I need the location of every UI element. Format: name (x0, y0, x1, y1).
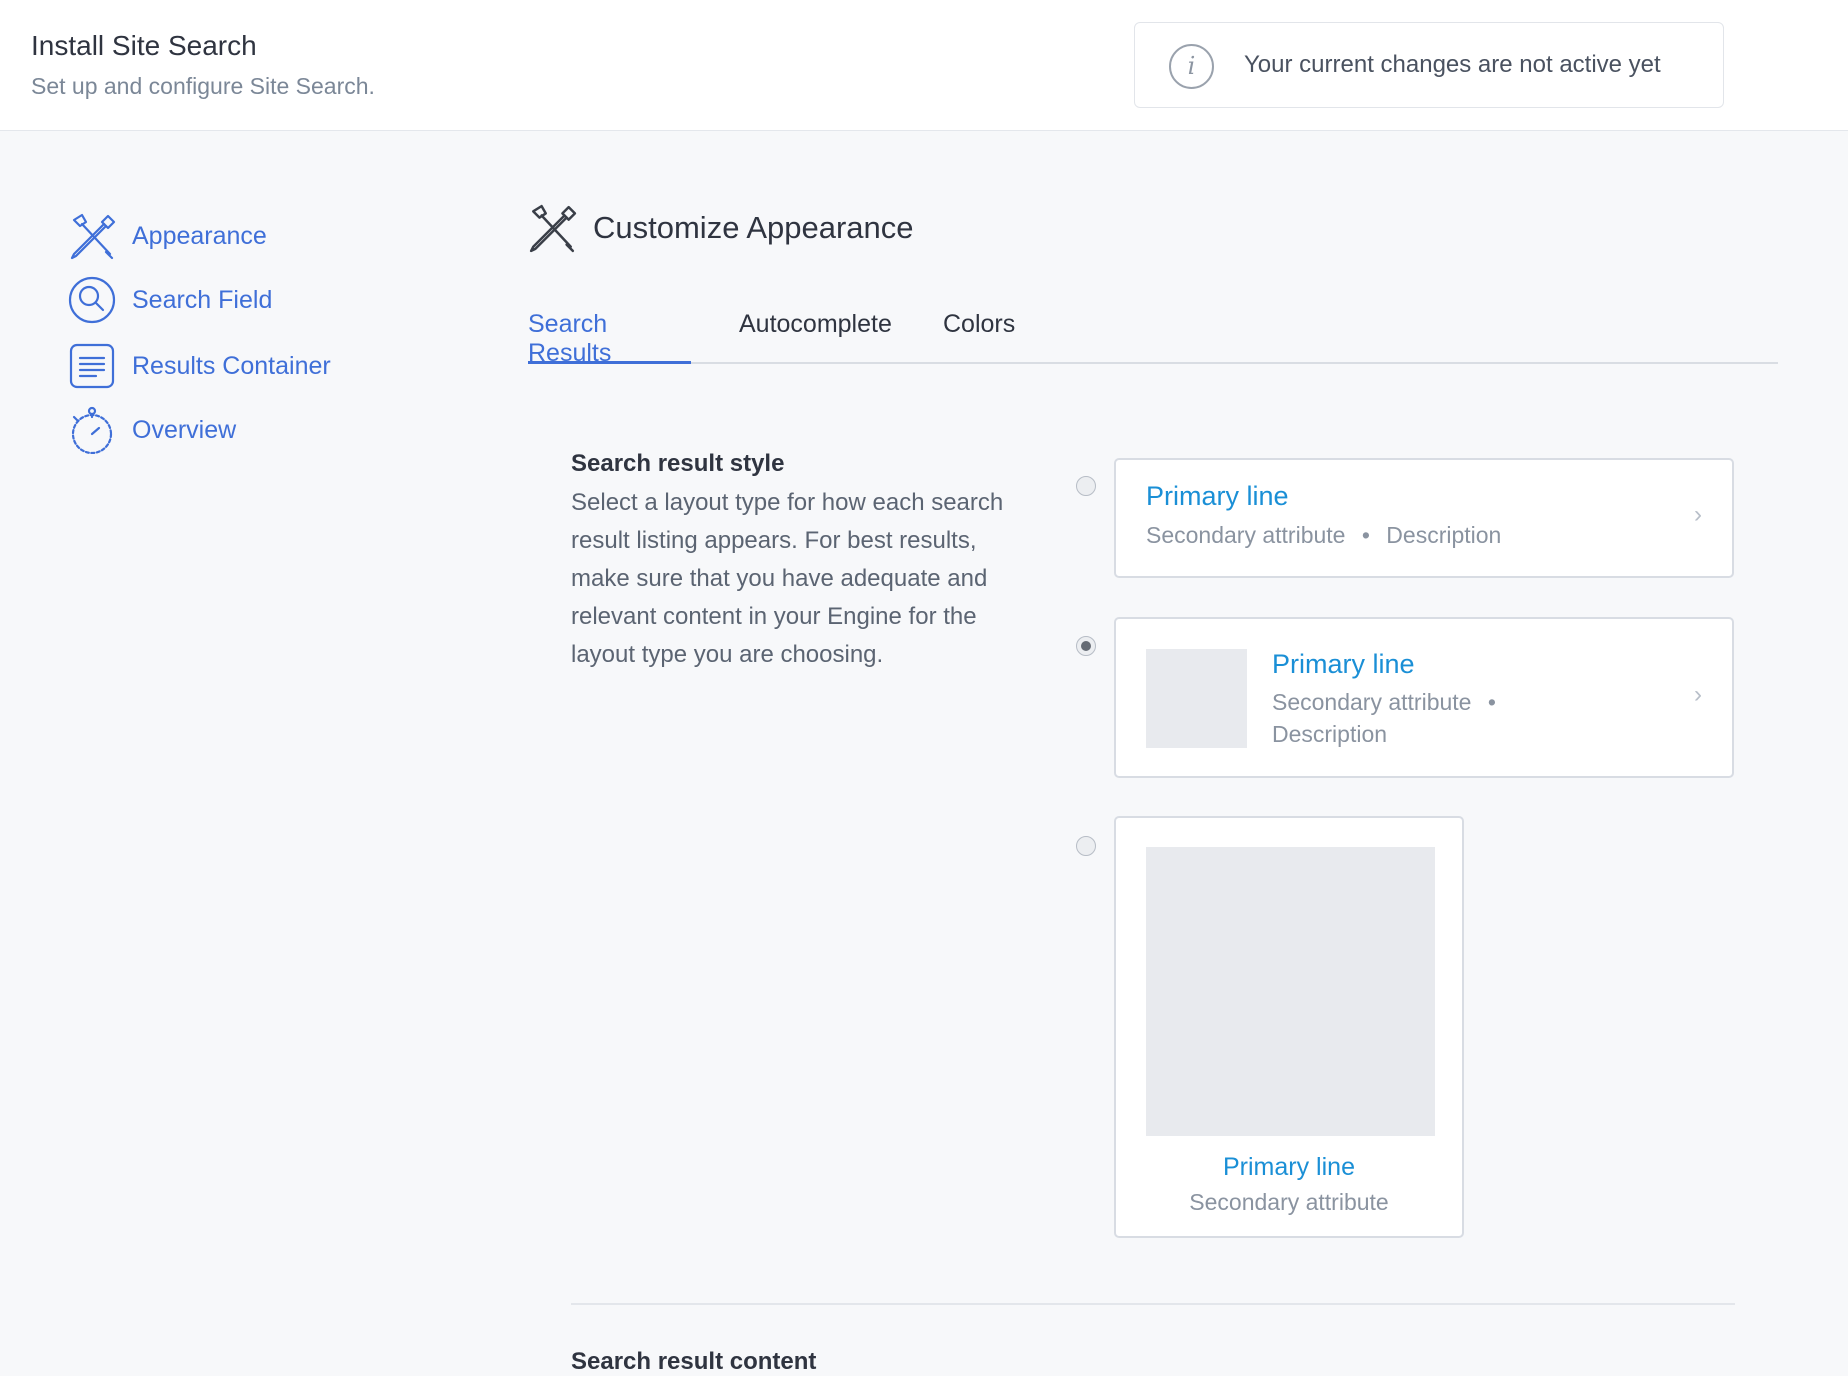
layout-radio-list[interactable] (1076, 476, 1096, 496)
magnifier-icon (68, 276, 116, 324)
sidebar-item-label: Results Container (132, 352, 331, 380)
wrench-screwdriver-icon (529, 204, 577, 253)
search-result-style-heading: Search result style (571, 450, 785, 477)
page-title: Install Site Search (31, 30, 257, 61)
sidebar-item-search-field[interactable]: Search Field (68, 276, 388, 326)
thumbnail-placeholder (1146, 649, 1247, 748)
status-notice: i Your current changes are not active ye… (1134, 22, 1724, 108)
secondary-line: Secondary attribute • Description (1146, 522, 1501, 549)
sidebar-item-label: Search Field (132, 286, 273, 314)
wrench-screwdriver-icon (70, 213, 116, 260)
secondary-line: Secondary attribute • (1272, 689, 1506, 716)
tab-search-results[interactable]: Search Results (528, 310, 691, 367)
sidebar-item-appearance[interactable]: Appearance (68, 212, 388, 262)
primary-line: Primary line (1272, 649, 1415, 679)
chevron-right-icon: › (1694, 681, 1702, 708)
section-title: Customize Appearance (593, 210, 914, 245)
layout-option-grid[interactable]: Primary line Secondary attribute (1114, 816, 1464, 1238)
info-icon: i (1169, 44, 1214, 89)
primary-line: Primary line (1223, 1153, 1355, 1181)
sidebar-item-label: Overview (132, 416, 237, 444)
bullet-separator: • (1487, 689, 1496, 715)
secondary-attribute: Secondary attribute (1146, 522, 1346, 548)
notice-text: Your current changes are not active yet (1244, 51, 1661, 78)
page-subtitle: Set up and configure Site Search. (31, 73, 375, 99)
description: Description (1386, 522, 1502, 548)
layout-radio-grid[interactable] (1076, 836, 1096, 856)
tab-bar: Search Results Autocomplete Colors (528, 302, 1778, 367)
document-lines-icon (69, 343, 115, 389)
tab-colors[interactable]: Colors (943, 310, 1015, 364)
page-header: Install Site Search Set up and configure… (0, 0, 1848, 131)
layout-radio-thumbnail-list[interactable] (1076, 636, 1096, 656)
search-result-style-description: Select a layout type for how each search… (571, 489, 1004, 668)
description: Description (1272, 721, 1388, 747)
secondary-attribute: Secondary attribute (1272, 689, 1472, 715)
tab-autocomplete[interactable]: Autocomplete (739, 310, 892, 364)
secondary-attribute: Secondary attribute (1189, 1189, 1389, 1215)
primary-line: Primary line (1146, 481, 1289, 511)
search-result-content-heading: Search result content (571, 1348, 817, 1375)
section-divider (571, 1303, 1735, 1305)
sidebar-item-label: Appearance (132, 222, 267, 250)
bullet-separator: • (1361, 522, 1370, 548)
sidebar-item-results-container[interactable]: Results Container (68, 342, 388, 392)
sidebar-item-overview[interactable]: Overview (68, 406, 388, 456)
layout-option-thumbnail-list[interactable]: Primary line Secondary attribute • Descr… (1114, 617, 1734, 778)
stopwatch-icon (71, 406, 113, 454)
layout-option-list[interactable]: Primary line Secondary attribute • Descr… (1114, 458, 1734, 578)
chevron-right-icon: › (1694, 501, 1702, 528)
thumbnail-placeholder (1146, 847, 1435, 1136)
